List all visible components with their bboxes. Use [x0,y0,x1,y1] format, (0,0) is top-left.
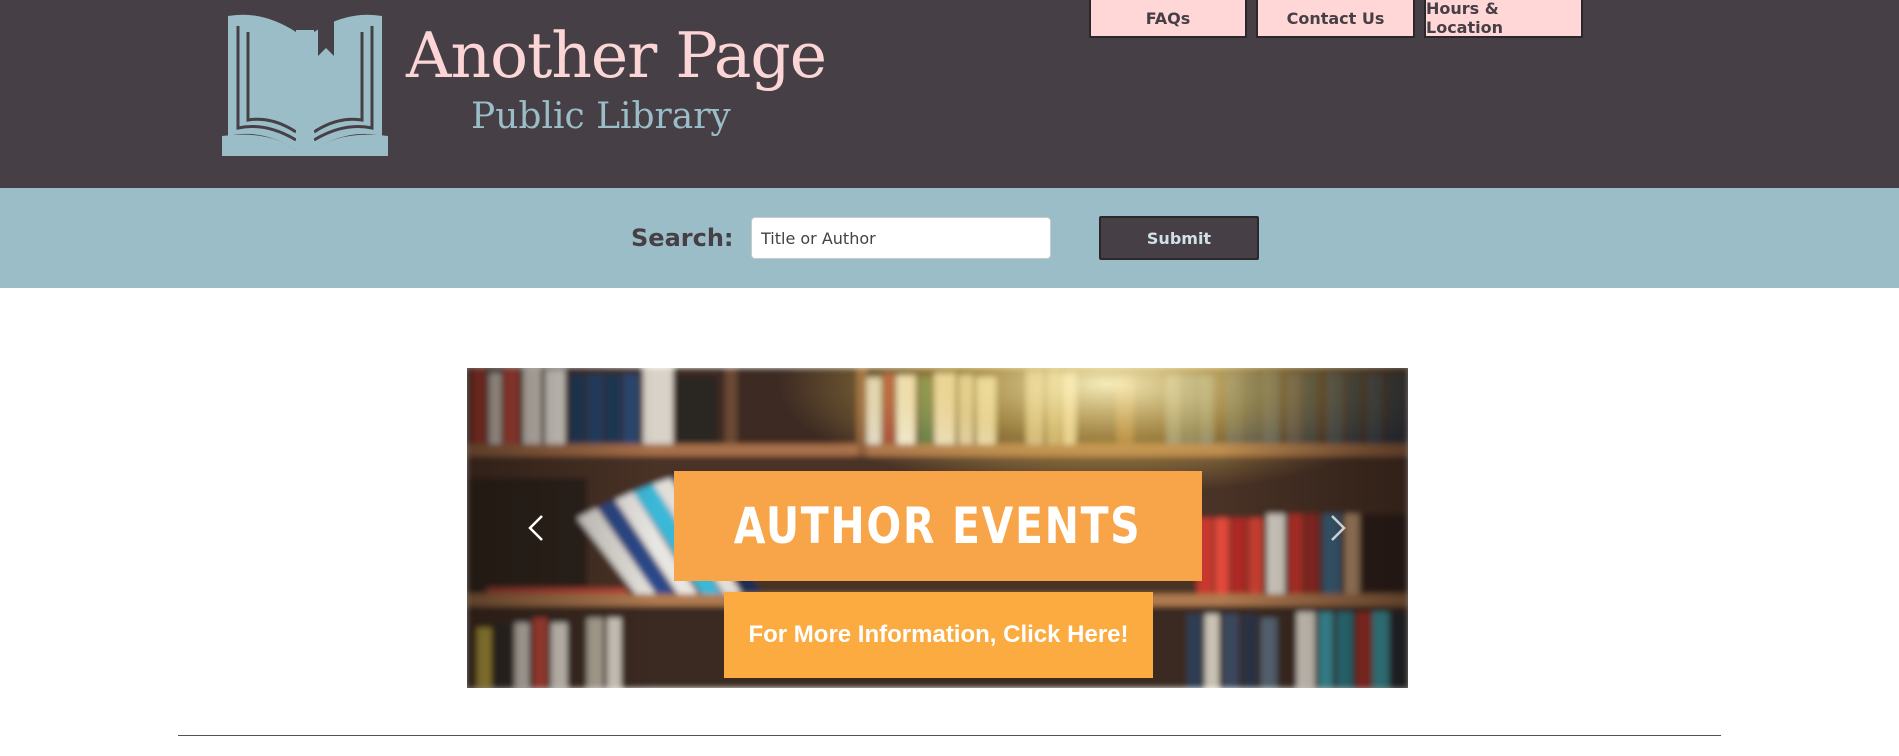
chevron-right-icon[interactable] [1322,508,1352,548]
nav-faqs-button[interactable]: FAQs [1089,0,1247,38]
author-events-carousel[interactable]: AUTHOR EVENTS For More Information, Clic… [467,368,1408,688]
site-header: Another Page Public Library FAQs Contact… [0,0,1899,188]
chevron-left-icon[interactable] [522,508,552,548]
banner-title: AUTHOR EVENTS [734,497,1142,555]
nav-hours-location-button[interactable]: Hours & Location [1424,0,1583,38]
banner-title-box: AUTHOR EVENTS [674,471,1202,581]
submit-button[interactable]: Submit [1099,216,1259,260]
nav-contact-button[interactable]: Contact Us [1256,0,1415,38]
banner-more-info-link[interactable]: For More Information, Click Here! [724,592,1153,678]
section-divider [178,735,1721,736]
search-input[interactable] [751,217,1051,259]
library-name: Another Page [406,19,827,92]
banner-cta-label: For More Information, Click Here! [748,621,1129,648]
library-subtitle: Public Library [471,96,731,137]
search-label: Search: [631,224,734,252]
open-book-icon[interactable] [222,10,388,156]
